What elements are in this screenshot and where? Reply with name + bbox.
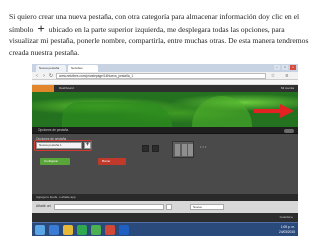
add-url-button[interactable] — [166, 204, 172, 210]
browser-tab[interactable]: Nueva pestaña — [36, 65, 66, 72]
site-menu[interactable]: Dashboard — [59, 85, 74, 92]
instruction-text: Si quiero crear una nueva pestaña, con o… — [9, 11, 314, 58]
user-menu[interactable]: Mi cuenta — [281, 85, 294, 92]
browser-tabbar: Nueva pestaña Netvibes – □ x — [32, 64, 298, 72]
windows-taskbar: 1:05 p. m. 24/03/2015 — [32, 222, 298, 236]
save-button[interactable]: Guardar ▸ — [280, 215, 293, 220]
screenshot: Nueva pestaña Netvibes – □ x ‹ › ↻ www.n… — [32, 64, 298, 222]
tab-options-panel: Opciones de pestaña Nueva pestaña 1 + Co… — [32, 134, 298, 194]
add-tab-button[interactable]: + — [84, 142, 91, 149]
editor-footer: Guardar ▸ — [32, 213, 298, 222]
editor-bar: Opciones de pestaña — [32, 127, 298, 134]
browser-tab[interactable]: Netvibes — [68, 65, 98, 72]
minimize-button[interactable]: – — [274, 65, 280, 70]
plus-symbol: + — [37, 20, 45, 36]
add-url-input[interactable] — [54, 204, 164, 210]
netvibes-logo[interactable] — [32, 85, 54, 92]
back-icon[interactable]: ‹ — [34, 73, 40, 79]
theme-dots[interactable]: • • • — [200, 144, 206, 149]
site-header: Dashboard Mi cuenta — [32, 85, 298, 92]
close-button[interactable]: x — [290, 65, 296, 70]
forward-icon[interactable]: › — [41, 73, 47, 79]
layout-option[interactable] — [142, 145, 149, 152]
address-bar: ‹ › ↻ www.netvibes.com/privatepage/1#Nue… — [32, 72, 298, 80]
tab-name-select[interactable]: Nueva pestaña 1 — [36, 142, 82, 149]
reload-icon[interactable]: ↻ — [48, 73, 54, 79]
instruction-part-2: ubicado en la parte superior izquierda, … — [9, 24, 309, 57]
url-field[interactable]: www.netvibes.com/privatepage/1#Nueva_pes… — [56, 73, 266, 79]
menu-icon[interactable]: ≡ — [284, 73, 290, 79]
ie-icon[interactable] — [49, 225, 59, 235]
delete-button[interactable]: Borrar — [98, 158, 126, 165]
system-clock[interactable]: 1:05 p. m. 24/03/2015 — [273, 225, 295, 234]
maximize-button[interactable]: □ — [282, 65, 288, 70]
word-icon[interactable] — [119, 225, 129, 235]
configure-button[interactable]: Configurar — [40, 158, 70, 165]
media-icon[interactable] — [77, 225, 87, 235]
chrome-icon[interactable] — [91, 225, 101, 235]
add-url-label: Añadir url — [36, 204, 51, 208]
add-url-row: Añadir url Nueva — [32, 201, 298, 213]
star-icon[interactable]: ☆ — [270, 73, 276, 79]
layout-preview[interactable] — [172, 141, 194, 158]
layout-option[interactable] — [152, 145, 159, 152]
add-content-label: Agrega tu feeds, o añade app — [36, 195, 76, 199]
arrow-icon — [254, 104, 294, 118]
editor-toggle[interactable] — [284, 128, 294, 133]
folder-icon[interactable] — [63, 225, 73, 235]
tab-select[interactable]: Nueva — [190, 204, 224, 210]
window-controls: – □ x — [274, 65, 296, 70]
powerpoint-icon[interactable] — [105, 225, 115, 235]
clock-date: 24/03/2015 — [279, 229, 295, 234]
add-content-bar: Agrega tu feeds, o añade app — [32, 194, 298, 201]
start-icon[interactable] — [35, 225, 45, 235]
editor-label: Opciones de pestaña — [38, 128, 69, 132]
